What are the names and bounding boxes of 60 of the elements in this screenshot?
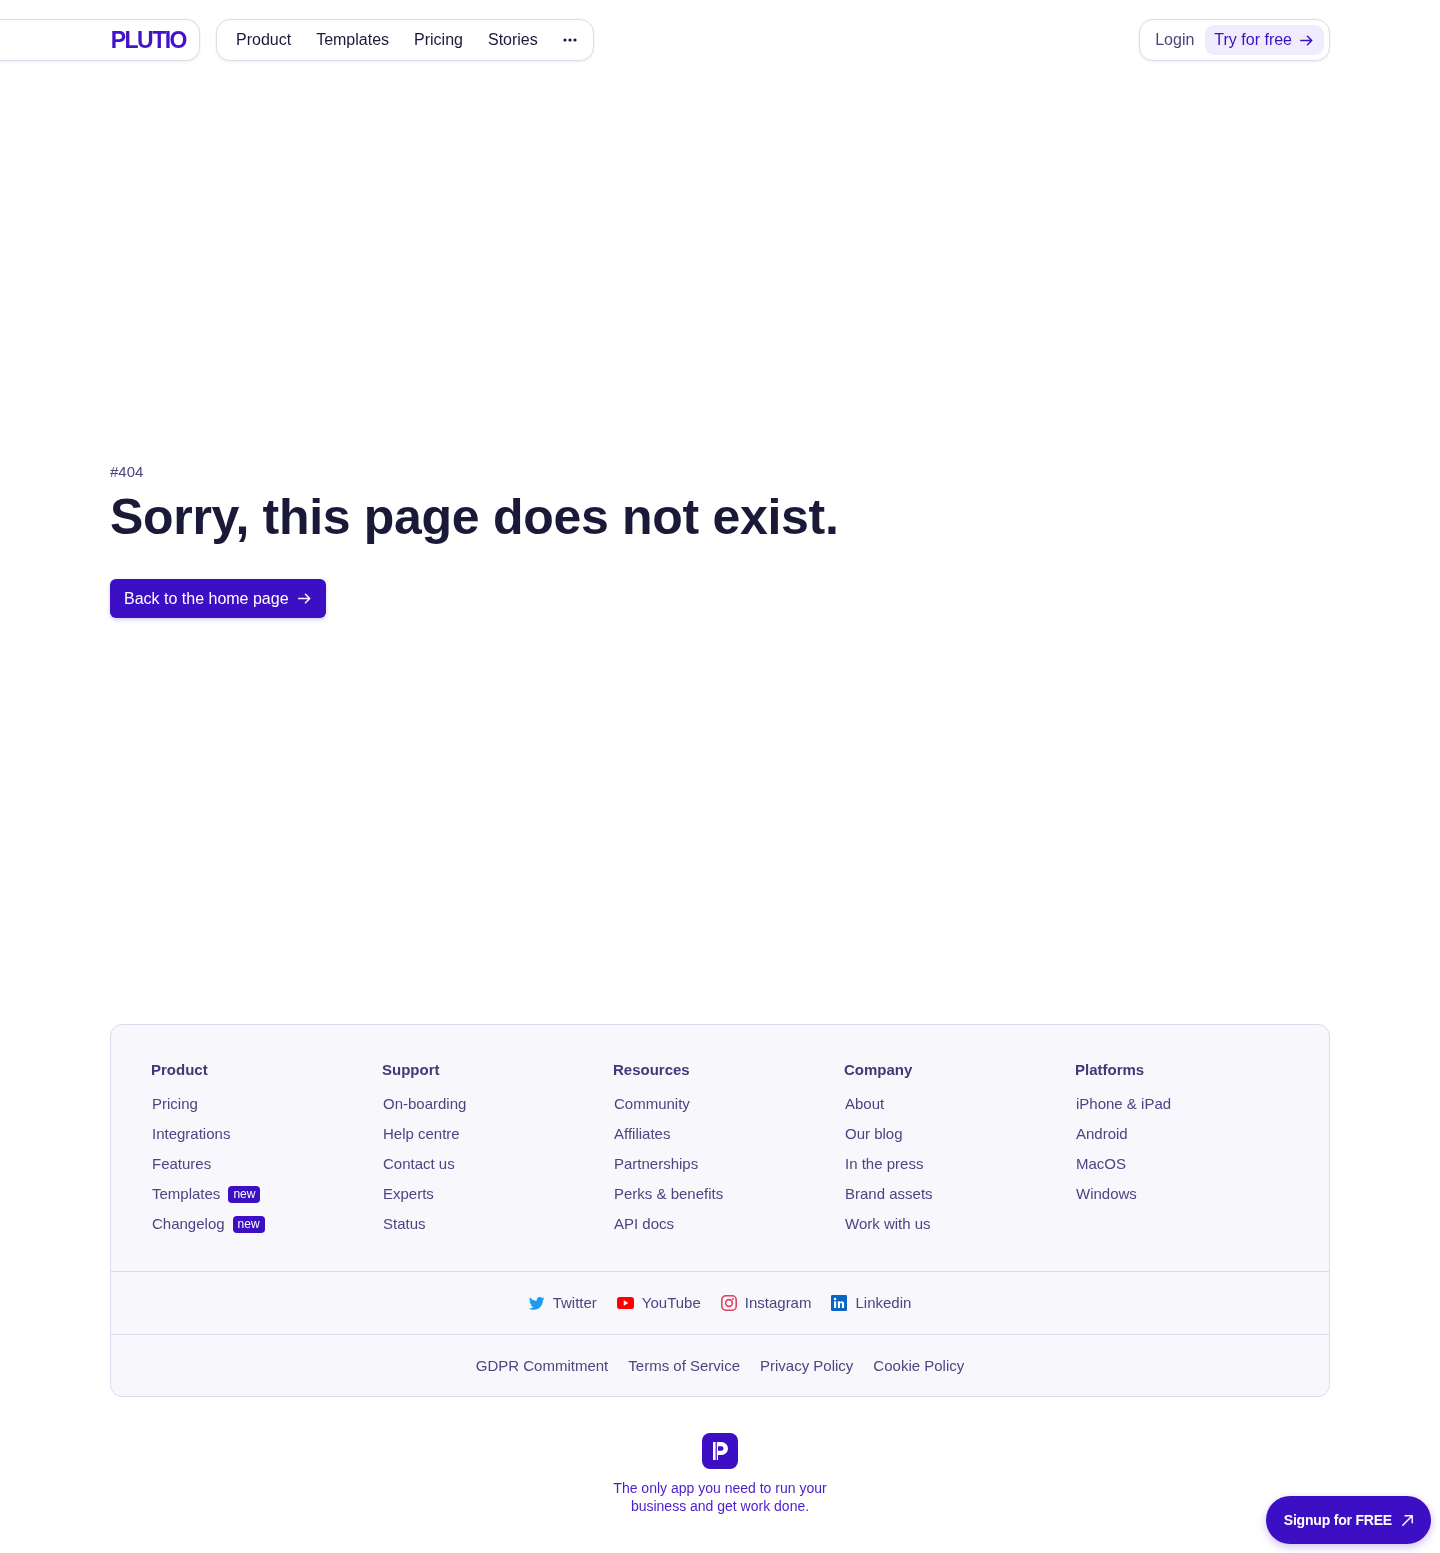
nav-link[interactable]: Templates (316, 30, 390, 50)
bird-icon (528, 1296, 545, 1310)
footer-link[interactable]: Changelog (152, 1214, 225, 1234)
footer-heading: Product (151, 1060, 209, 1080)
footer-link[interactable]: Android (1076, 1124, 1128, 1144)
footer-link[interactable]: Features (152, 1154, 212, 1174)
signup-button[interactable]: Signup for FREE (1265, 1496, 1431, 1544)
footer-link[interactable]: Windows (1076, 1184, 1137, 1204)
footer-link[interactable]: Our blog (845, 1124, 903, 1144)
footer-link[interactable]: Perks & benefits (614, 1184, 724, 1204)
footer-link[interactable]: MacOS (1076, 1154, 1126, 1174)
footer-heading: Resources (613, 1060, 691, 1080)
arrow-up-right-icon (1402, 1514, 1413, 1526)
play-button-icon (616, 1297, 634, 1309)
legal-link[interactable]: Privacy Policy (760, 1355, 854, 1376)
footer-link[interactable]: Contact us (383, 1154, 455, 1174)
footer-link[interactable]: Status (383, 1214, 426, 1234)
error-code: #404 (110, 462, 145, 482)
tagline: The only app you need to run your business and get work done. (612, 1479, 828, 1515)
social-link[interactable]: Instagram (720, 1293, 812, 1313)
footer-link[interactable]: Help centre (383, 1124, 460, 1144)
page-heading: Sorry, this page does not exist. (110, 488, 840, 546)
footer-link[interactable]: Partnerships (614, 1154, 699, 1174)
legal-link[interactable]: Cookie Policy (873, 1355, 965, 1376)
footer-link[interactable]: In the press (845, 1154, 924, 1174)
new-badge: new (228, 1185, 261, 1203)
footer-link[interactable]: Experts (383, 1184, 434, 1204)
nav-link[interactable]: Stories (487, 30, 538, 50)
app-logo-icon (702, 1433, 738, 1469)
footer-link[interactable]: Work with us (845, 1214, 931, 1234)
camera-icon (720, 1295, 737, 1311)
more-icon[interactable] (562, 38, 577, 42)
arrow-right-icon (297, 593, 311, 604)
social-link[interactable]: Twitter (528, 1293, 597, 1313)
new-badge: new (232, 1215, 265, 1233)
nav-link[interactable]: Product (236, 30, 292, 50)
in-logo-icon (831, 1295, 848, 1311)
footer-link[interactable]: On-boarding (383, 1094, 467, 1114)
nav-link[interactable]: Pricing (414, 30, 463, 50)
footer-link[interactable]: About (845, 1094, 885, 1114)
social-link[interactable]: Linkedin (831, 1293, 912, 1313)
home-button[interactable]: Back to the home page (110, 579, 326, 618)
footer-link[interactable]: Community (614, 1094, 690, 1114)
footer-link[interactable]: Affiliates (614, 1124, 671, 1144)
footer-link[interactable]: Integrations (152, 1124, 231, 1144)
logo[interactable]: PLUTIO (110, 28, 186, 52)
footer-link[interactable]: Templates (152, 1184, 221, 1204)
legal-link[interactable]: Terms of Service (628, 1355, 740, 1376)
footer-heading: Company (844, 1060, 914, 1080)
social-link[interactable]: YouTube (616, 1293, 701, 1313)
footer-link[interactable]: iPhone & iPad (1076, 1094, 1172, 1114)
footer-link[interactable]: API docs (614, 1214, 675, 1234)
arrow-right-icon (1300, 34, 1313, 46)
footer-heading: Support (382, 1060, 441, 1080)
legal-link[interactable]: GDPR Commitment (475, 1355, 609, 1376)
try-for-free-button[interactable]: Try for free (1205, 25, 1324, 55)
footer-link[interactable]: Pricing (152, 1094, 198, 1114)
login-link[interactable]: Login (1155, 30, 1195, 50)
footer-heading: Platforms (1075, 1060, 1146, 1080)
footer-link[interactable]: Brand assets (845, 1184, 933, 1204)
